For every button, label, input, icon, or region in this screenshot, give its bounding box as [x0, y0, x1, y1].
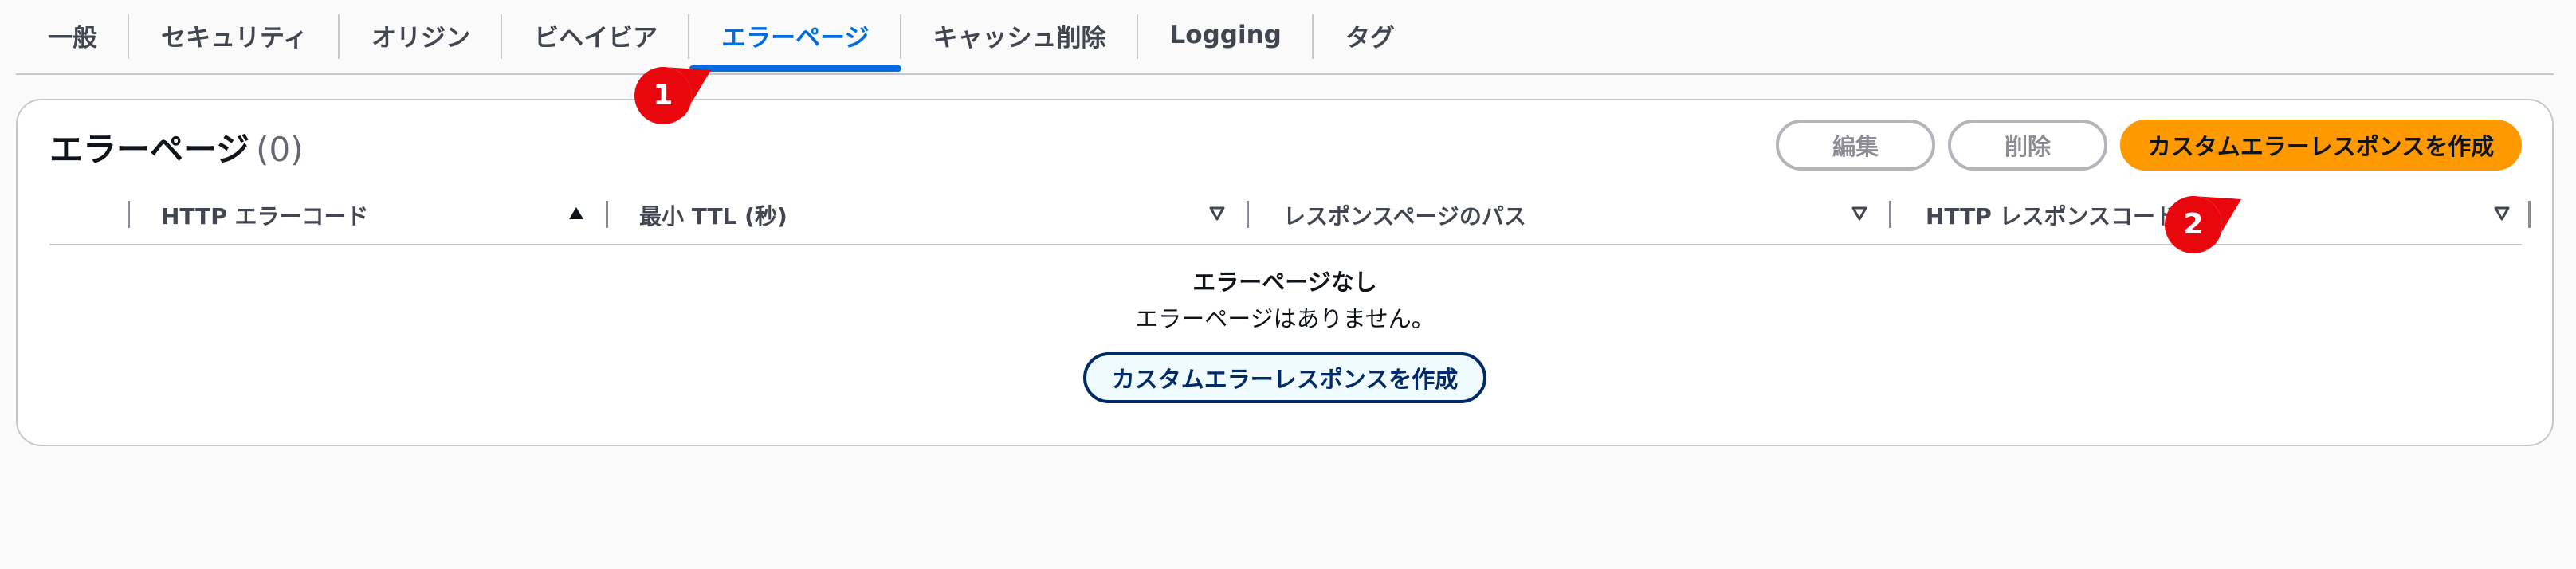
create-custom-error-response-button-empty[interactable]: カスタムエラーレスポンスを作成: [1083, 352, 1486, 403]
tab-invalidations[interactable]: キャッシュ削除: [901, 0, 1138, 70]
edit-button[interactable]: 編集: [1776, 120, 1935, 171]
tab-label: Logging: [1169, 21, 1282, 49]
sort-icon[interactable]: [1851, 206, 1868, 222]
column-divider[interactable]: [606, 201, 608, 228]
tab-label: 一般: [48, 23, 97, 53]
empty-state-title: エラーページなし: [1192, 269, 1377, 296]
column-label: HTTP レスポンスコード: [1926, 203, 2177, 230]
column-label: レスポンスページのパス: [1283, 203, 1526, 230]
error-pages-container: エラーページ (0) 編集 削除 カスタムエラーレスポンスを作成 HTTP エラー…: [16, 99, 2554, 446]
empty-state-description: エラーページはありません。: [1135, 305, 1435, 332]
sort-icon[interactable]: [2493, 206, 2511, 222]
column-header-min-ttl[interactable]: 最小 TTL (秒): [639, 199, 787, 231]
sort-icon[interactable]: [1208, 206, 1226, 222]
tab-behaviors[interactable]: ビヘイビア: [502, 0, 690, 70]
column-divider[interactable]: [128, 201, 130, 228]
panel-header: エラーページ (0): [49, 123, 304, 171]
column-divider[interactable]: [2528, 201, 2531, 228]
panel-title: エラーページ: [49, 130, 250, 169]
tab-label: キャッシュ削除: [933, 23, 1106, 53]
callout-marker: 2: [2165, 194, 2241, 258]
table-header: HTTP エラーコード 最小 TTL (秒) レスポンスページのパス HTTP …: [49, 188, 2531, 245]
tab-general[interactable]: 一般: [16, 0, 129, 70]
column-label: HTTP エラーコード: [161, 203, 369, 230]
empty-state: エラーページなし エラーページはありません。 カスタムエラーレスポンスを作成: [18, 265, 2552, 403]
tab-label: ビヘイビア: [534, 23, 658, 53]
tab-label: タグ: [1345, 23, 1395, 53]
column-header-http-response-code[interactable]: HTTP レスポンスコード: [1926, 199, 2177, 231]
tab-label: エラーページ: [721, 23, 870, 53]
column-divider[interactable]: [1247, 201, 1249, 228]
create-custom-error-response-button[interactable]: カスタムエラーレスポンスを作成: [2120, 120, 2522, 171]
tab-security[interactable]: セキュリティ: [129, 0, 340, 70]
column-label: 最小 TTL (秒): [639, 203, 787, 230]
callout-marker: 1: [634, 65, 711, 129]
tab-origins[interactable]: オリジン: [340, 0, 503, 70]
header-actions: 編集 削除 カスタムエラーレスポンスを作成: [1776, 120, 2522, 171]
delete-button[interactable]: 削除: [1948, 120, 2107, 171]
column-header-http-error-code[interactable]: HTTP エラーコード: [161, 199, 369, 231]
tab-label: オリジン: [371, 23, 471, 53]
tab-error-pages[interactable]: エラーページ: [689, 0, 901, 72]
tab-bar: 一般 セキュリティ オリジン ビヘイビア エラーページ キャッシュ削除 Logg…: [16, 0, 2554, 75]
column-header-response-page-path[interactable]: レスポンスページのパス: [1283, 199, 1526, 231]
sort-ascending-icon[interactable]: [567, 206, 585, 222]
tab-label: セキュリティ: [161, 23, 308, 53]
callout-number: 1: [653, 78, 673, 112]
tab-logging[interactable]: Logging: [1138, 0, 1314, 70]
column-divider[interactable]: [1889, 201, 1891, 228]
item-count: (0): [256, 130, 304, 169]
tab-tags[interactable]: タグ: [1314, 0, 1427, 70]
callout-number: 2: [2183, 207, 2204, 241]
